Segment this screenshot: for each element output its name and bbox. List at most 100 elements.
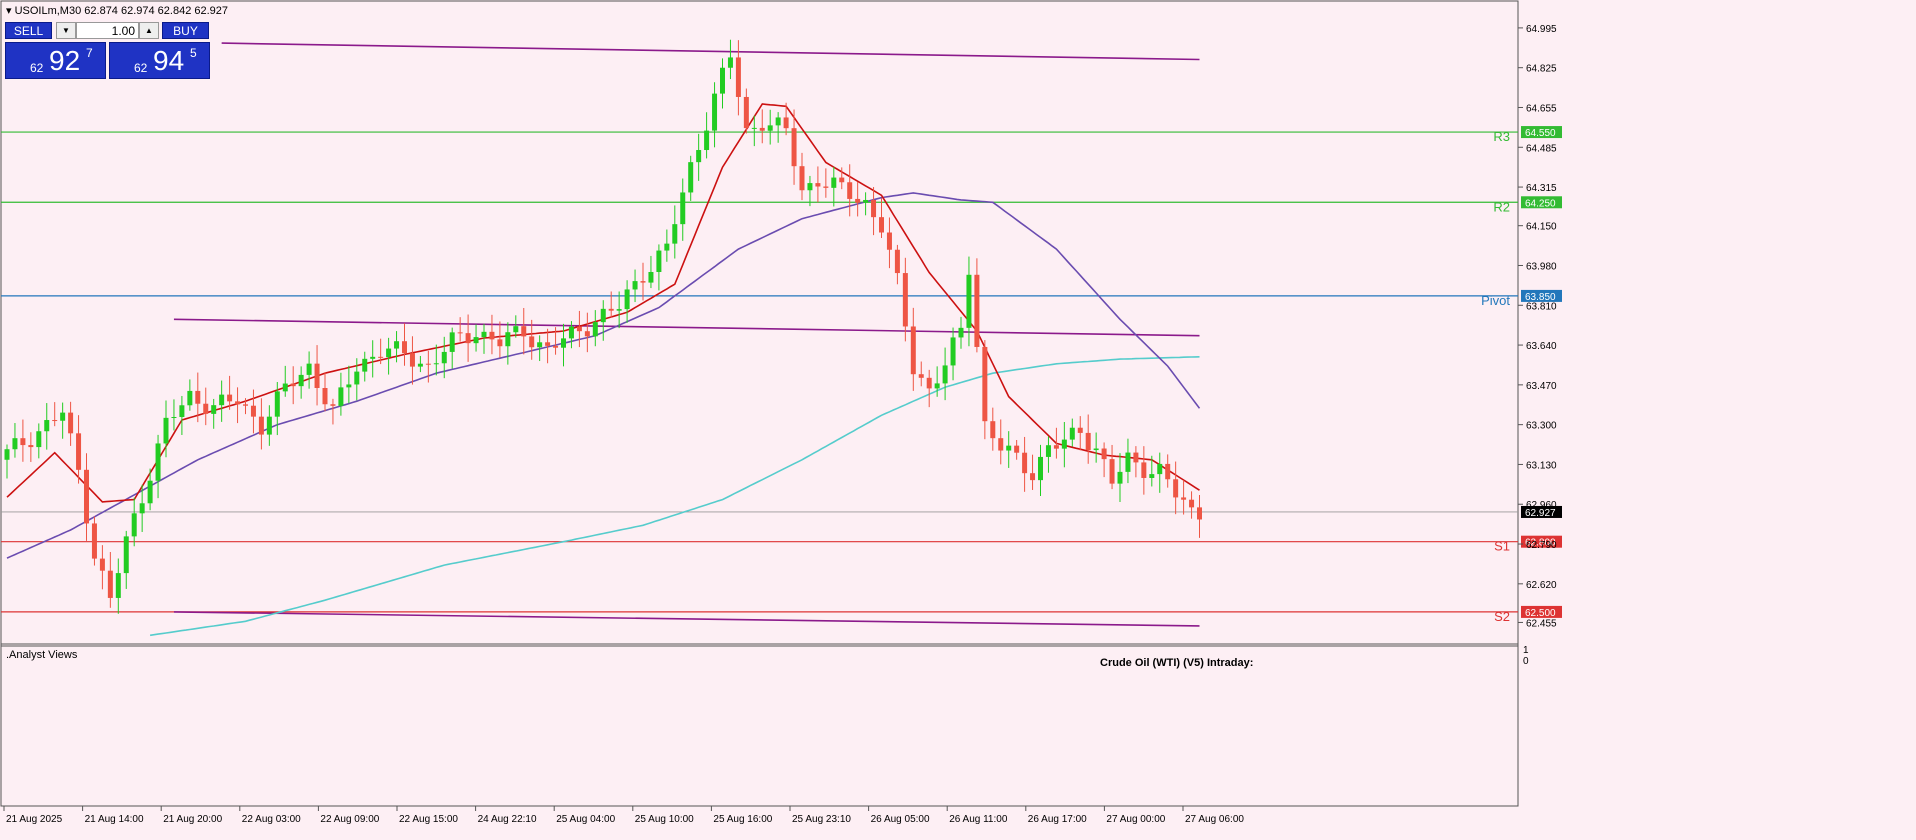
x-tick-label: 26 Aug 11:00 (949, 814, 1008, 825)
candle-body (561, 338, 566, 348)
candle-body (529, 336, 535, 348)
volume-input[interactable] (76, 22, 139, 39)
candle-body (568, 326, 574, 339)
candle-body (68, 412, 74, 434)
candle-body (84, 469, 89, 524)
candle-body (1149, 474, 1155, 478)
price-chart[interactable]: R3 64.550R2 64.250Pivot 63.850S1 62.800S2 62.… (0, 0, 1916, 840)
candle-body (1125, 452, 1131, 472)
candle-body (942, 365, 948, 384)
candle-body (815, 183, 821, 187)
x-tick-label: 26 Aug 17:00 (1028, 814, 1087, 825)
candle-body (632, 281, 638, 290)
sell-button[interactable]: SELL (5, 22, 52, 39)
y-tick-label: 62.455 (1526, 618, 1557, 629)
candle-body (449, 332, 455, 352)
candle-body (433, 363, 439, 365)
candle-body (1173, 479, 1179, 498)
candle-body (966, 274, 972, 328)
candle-body (823, 186, 829, 188)
candle-body (600, 308, 606, 323)
candle-body (28, 445, 34, 448)
x-tick-label: 25 Aug 16:00 (713, 814, 772, 825)
candle-body (171, 417, 177, 419)
candle-body (4, 449, 10, 460)
candle-body (537, 342, 543, 348)
buy-button[interactable]: BUY (162, 22, 209, 39)
candle-body (545, 342, 551, 346)
candle-body (250, 405, 256, 417)
buy-price-prefix: 62 (134, 61, 148, 75)
candle-body (20, 438, 26, 446)
sell-price-prefix: 62 (30, 61, 44, 75)
y-tick-label: 64.315 (1526, 183, 1557, 194)
candle-body (1101, 448, 1107, 460)
x-tick-label: 25 Aug 23:10 (792, 814, 851, 825)
y-tick-label: 63.300 (1526, 421, 1557, 432)
sell-price-quote[interactable]: 62 92 7 (5, 42, 106, 79)
candle-body (370, 356, 376, 359)
candle-body (720, 67, 725, 94)
candle-body (219, 394, 225, 406)
buy-price-quote[interactable]: 62 94 5 (109, 42, 210, 79)
x-tick-label: 21 Aug 20:00 (163, 814, 222, 825)
subwindow-label: .Analyst Views (6, 649, 78, 661)
candle-body (974, 274, 980, 347)
level-label-r3: R3 (1493, 129, 1510, 144)
x-tick-label: 27 Aug 06:00 (1185, 814, 1244, 825)
candle-body (346, 384, 352, 388)
candle-body (147, 480, 153, 504)
candle-body (211, 405, 217, 414)
candle-body (799, 166, 805, 191)
candle-body (624, 289, 630, 310)
candle-body (664, 243, 670, 251)
plot-area (0, 0, 1519, 807)
level-price-r3: 64.550 (1525, 128, 1556, 139)
sell-price-main: 92 (49, 45, 81, 76)
candle-body (131, 513, 137, 537)
subwindow-scale-bottom: 0 (1523, 656, 1529, 667)
candle-body (235, 401, 241, 405)
volume-up-icon[interactable]: ▲ (139, 22, 159, 39)
candle-body (1069, 427, 1075, 440)
candle-body (910, 326, 916, 375)
candle-body (298, 374, 304, 387)
candle-body (656, 250, 662, 272)
candle-body (274, 391, 280, 417)
x-tick-label: 25 Aug 04:00 (556, 814, 615, 825)
symbol-label: USOILm,M30 (15, 5, 82, 17)
x-tick-label: 25 Aug 10:00 (635, 814, 694, 825)
candle-body (44, 420, 50, 432)
candle-body (839, 177, 845, 183)
volume-down-icon[interactable]: ▼ (56, 22, 76, 39)
candle-body (12, 438, 18, 450)
x-tick-label: 22 Aug 15:00 (399, 814, 458, 825)
x-tick-label: 21 Aug 14:00 (85, 814, 144, 825)
candle-body (52, 420, 58, 422)
candle-body (1141, 462, 1147, 478)
candle-body (314, 363, 320, 389)
buy-price-pip: 5 (190, 46, 197, 60)
y-tick-label: 64.150 (1526, 222, 1557, 233)
candle-body (886, 232, 892, 250)
candle-body (902, 273, 908, 327)
y-tick-label: 64.485 (1526, 143, 1557, 154)
candle-body (640, 281, 646, 283)
header-arrow-icon[interactable]: ▾ (6, 5, 15, 17)
candle-body (473, 337, 479, 344)
candle-body (163, 417, 169, 444)
candle-body (950, 337, 956, 366)
candle-body (958, 327, 964, 338)
y-tick-label: 63.470 (1526, 381, 1557, 392)
y-tick-label: 63.810 (1526, 301, 1557, 312)
candle-body (115, 573, 121, 598)
candle-body (743, 96, 749, 129)
level-label-pivot: Pivot (1481, 293, 1510, 308)
candle-body (879, 217, 884, 233)
candle-body (1181, 497, 1187, 500)
level-price-s2: 62.500 (1525, 608, 1556, 619)
candle-body (918, 374, 924, 378)
candle-body (290, 383, 296, 387)
candle-body (1077, 427, 1083, 433)
y-tick-label: 63.130 (1526, 460, 1557, 471)
